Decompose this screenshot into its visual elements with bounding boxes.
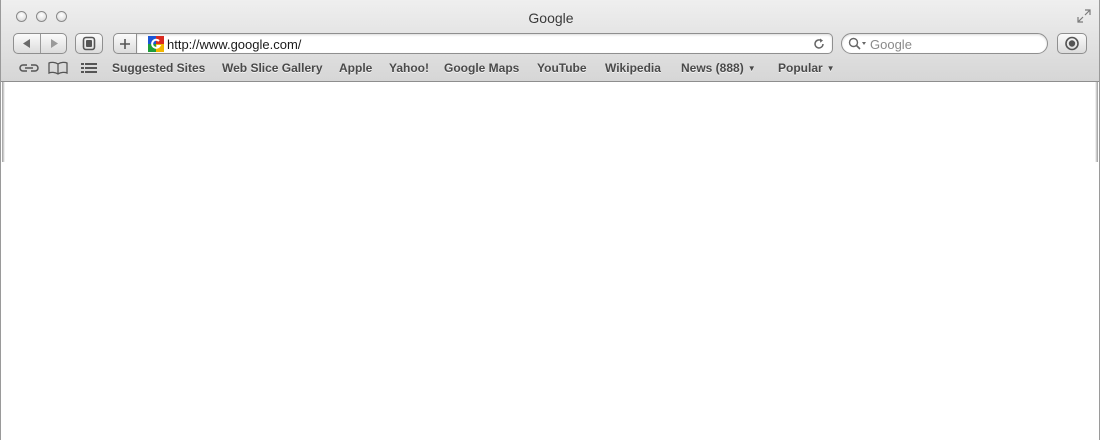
bookmark-popular-label: Popular — [778, 61, 823, 75]
fullscreen-icon[interactable] — [1077, 9, 1091, 23]
book-icon[interactable] — [47, 61, 69, 75]
chevron-down-icon: ▼ — [747, 64, 756, 73]
toolbar-area: Google http://www.google.com/ Google Sug… — [1, 0, 1099, 82]
top-sites-icon — [82, 36, 96, 51]
bookmark-google-maps[interactable]: Google Maps — [444, 61, 519, 75]
reload-icon[interactable] — [812, 37, 826, 51]
left-edge-shadow — [2, 82, 5, 162]
address-bar[interactable]: http://www.google.com/ — [137, 33, 833, 54]
right-edge-shadow — [1095, 82, 1098, 162]
url-text[interactable]: http://www.google.com/ — [167, 37, 301, 52]
search-input[interactable] — [870, 36, 1040, 52]
top-sites-grid-icon[interactable] — [79, 61, 99, 75]
forward-arrow-icon — [51, 39, 58, 48]
google-favicon-icon — [148, 36, 164, 52]
bookmark-web-slice-gallery[interactable]: Web Slice Gallery — [222, 61, 323, 75]
page-content[interactable] — [1, 82, 1099, 440]
bookmark-suggested-sites[interactable]: Suggested Sites — [112, 61, 205, 75]
bookmark-news-label: News (888) — [681, 61, 744, 75]
bookmark-popular-folder[interactable]: Popular ▼ — [778, 61, 835, 75]
top-sites-button[interactable] — [75, 33, 103, 54]
plus-icon — [120, 39, 130, 49]
search-field[interactable] — [841, 33, 1048, 54]
browser-window: Google http://www.google.com/ Google Sug… — [0, 0, 1100, 440]
bookmark-wikipedia[interactable]: Wikipedia — [605, 61, 661, 75]
bookmark-youtube[interactable]: YouTube — [537, 61, 587, 75]
add-bookmark-button[interactable] — [113, 33, 137, 54]
back-button[interactable] — [14, 34, 41, 53]
bookmarks-bar: Suggested Sites Web Slice Gallery Apple … — [1, 58, 1099, 78]
action-button[interactable] — [1057, 33, 1087, 54]
action-icon — [1065, 36, 1079, 51]
forward-button[interactable] — [41, 34, 67, 53]
bookmark-news-folder[interactable]: News (888) ▼ — [681, 61, 756, 75]
back-arrow-icon — [23, 39, 30, 48]
bookmark-yahoo[interactable]: Yahoo! — [389, 61, 429, 75]
back-forward-control — [13, 33, 67, 54]
reading-list-icon[interactable] — [18, 61, 40, 75]
bookmark-apple[interactable]: Apple — [339, 61, 372, 75]
title-bar: Google — [1, 0, 1099, 28]
chevron-down-icon: ▼ — [826, 64, 835, 73]
search-icon[interactable] — [848, 37, 868, 51]
window-title: Google — [528, 10, 574, 26]
